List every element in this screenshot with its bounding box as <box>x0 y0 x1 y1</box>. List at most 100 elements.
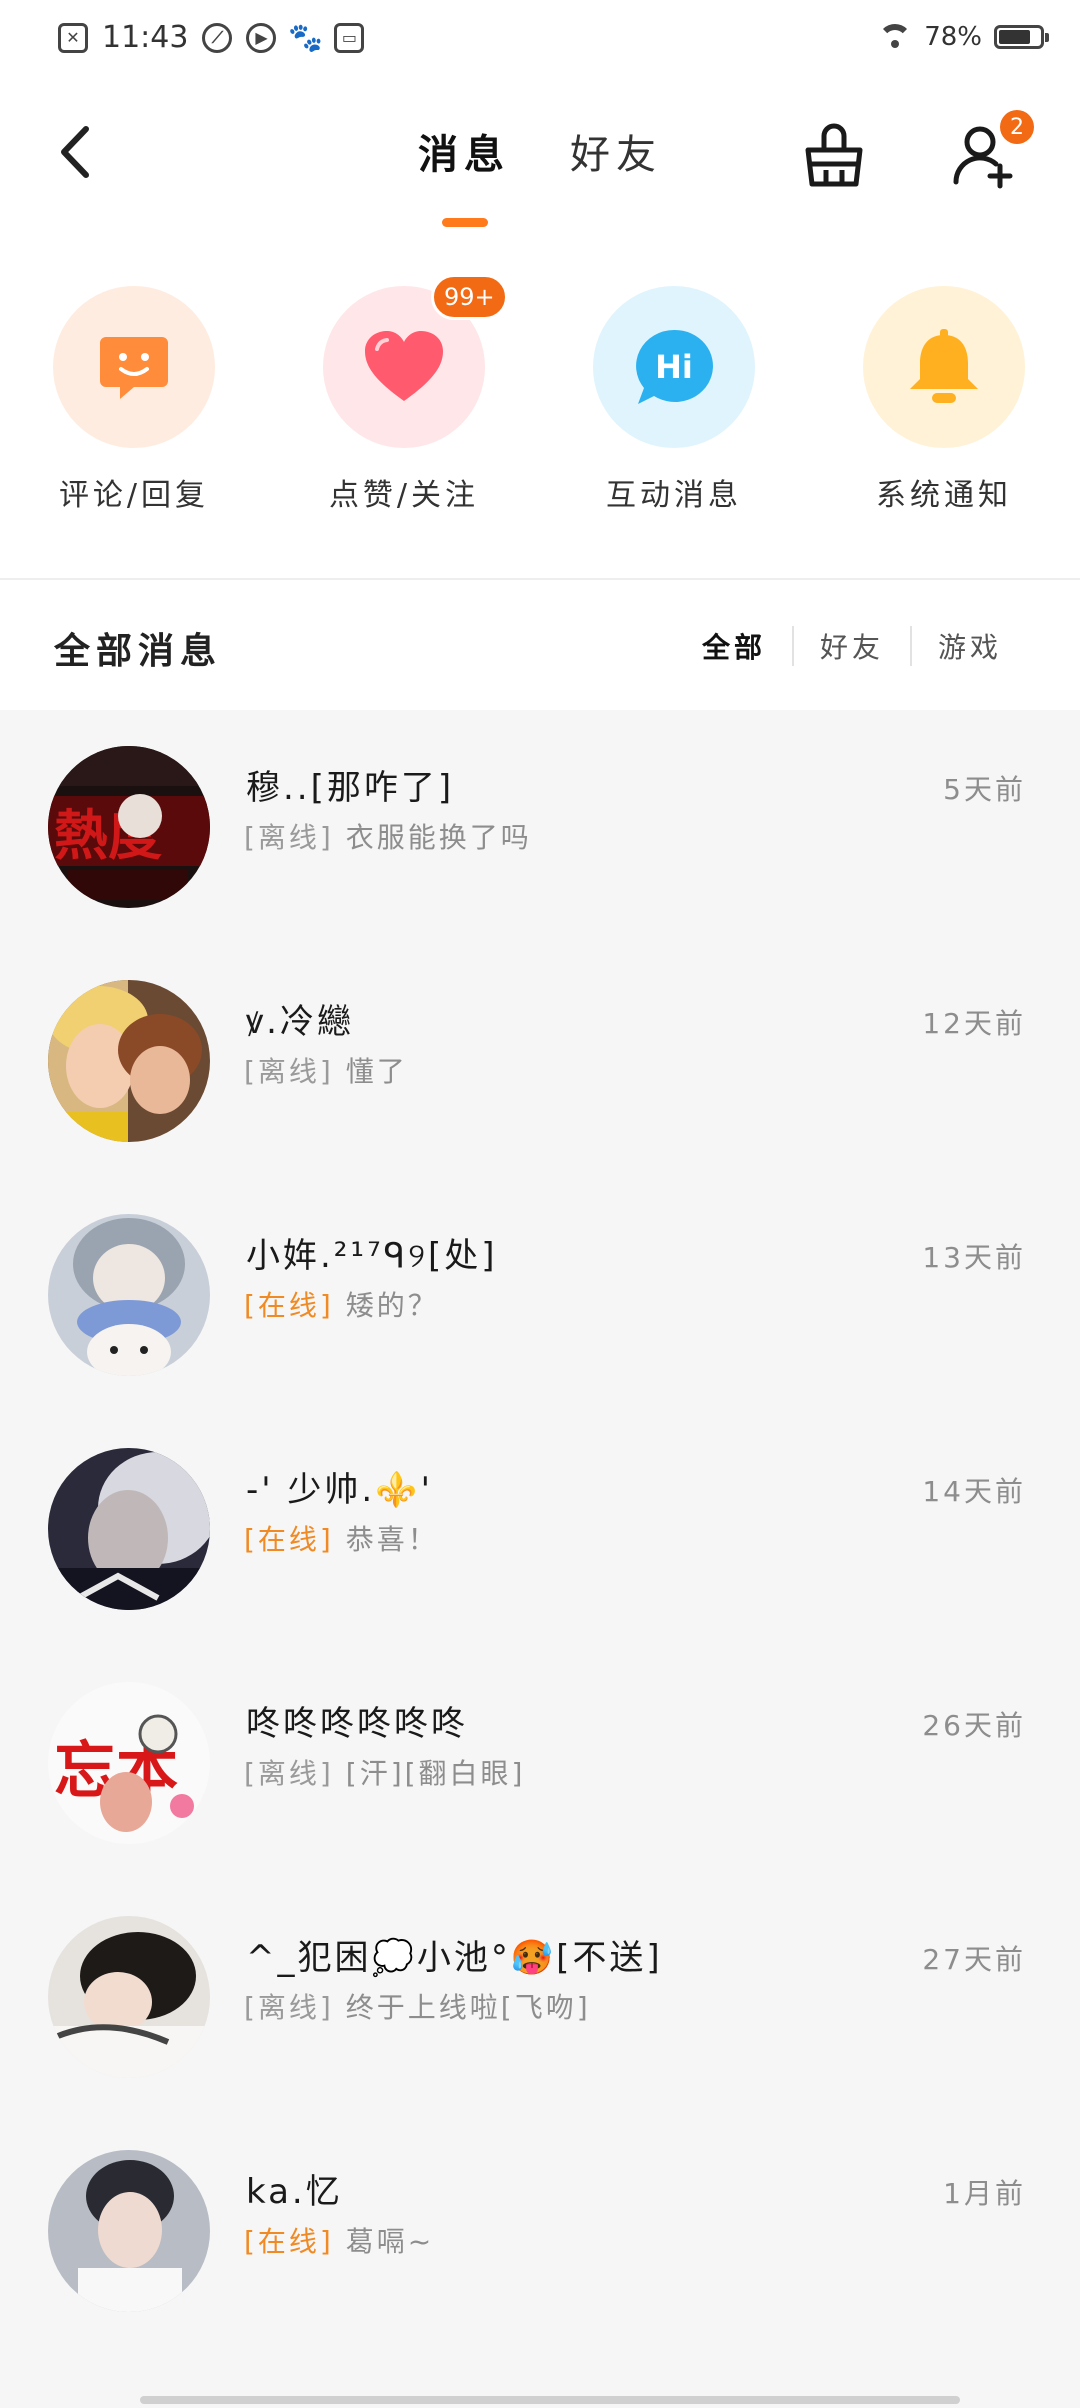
message-text: 矮的？ <box>345 1289 439 1322</box>
filter-games[interactable]: 游戏 <box>912 626 1028 666</box>
category-icon-circle <box>53 286 215 448</box>
category-likes-follows[interactable]: 99+ 点赞/关注 <box>304 274 508 514</box>
category-label: 互动消息 <box>606 478 742 513</box>
status-bar-right: 78% <box>878 22 1049 52</box>
message-time: 26天前 <box>922 1709 1026 1742</box>
message-item[interactable]: 忘本 咚咚咚咚咚咚 [离线] [汗][翻白眼] 26天前 <box>0 1646 1080 1880</box>
battery-percent: 78% <box>924 22 982 52</box>
filter-all[interactable]: 全部 <box>676 626 792 666</box>
message-item[interactable]: 熱度 穆..[那咋了] [离线] 衣服能换了吗 5天前 <box>0 710 1080 944</box>
friend-request-badge: 2 <box>1000 110 1034 144</box>
category-icon-circle: Hi <box>593 286 755 448</box>
category-icon-circle: 99+ <box>323 274 508 448</box>
avatar-image <box>48 1448 210 1610</box>
battery-fill <box>999 30 1030 44</box>
back-button[interactable] <box>50 122 100 182</box>
category-system-notice[interactable]: 系统通知 <box>844 286 1044 514</box>
notification-x-icon: ✕ <box>58 22 88 53</box>
card-icon: ▭ <box>334 22 365 53</box>
category-label: 点赞/关注 <box>328 478 480 513</box>
message-preview: [离线] [汗][翻白眼] <box>244 1752 525 1792</box>
online-status: [离线] <box>244 821 334 854</box>
message-time: 14天前 <box>922 1475 1026 1508</box>
avatar <box>48 1448 210 1610</box>
avatar-image: 忘本 <box>48 1682 210 1844</box>
message-text: [汗][翻白眼] <box>345 1757 526 1790</box>
avatar <box>48 1214 210 1376</box>
tab-indicator <box>442 218 488 227</box>
message-time: 13天前 <box>922 1241 1026 1274</box>
section-title: 全部消息 <box>54 631 223 672</box>
message-preview: [离线] 懂了 <box>244 1050 408 1090</box>
status-bar: ✕ 11:43 ⟋ ▶ 🐾 ▭ 78% <box>0 0 1080 84</box>
message-text: 懂了 <box>345 1055 408 1088</box>
avatar: 熱度 <box>48 746 210 908</box>
message-preview: [离线] 衣服能换了吗 <box>244 816 532 856</box>
bottom-scroll-indicator <box>140 2396 960 2404</box>
message-item[interactable]: 小姩.²¹⁷ᑫ୨[处] [在线] 矮的？ 13天前 <box>0 1178 1080 1412</box>
tab-messages[interactable]: 消息 <box>418 122 510 180</box>
message-item[interactable]: ka.忆 [在线] 葛嗝~ 1月前 <box>0 2114 1080 2348</box>
category-label: 评论/回复 <box>58 478 210 513</box>
hi-bubble-icon: Hi <box>636 329 713 404</box>
avatar-image: 熱度 <box>48 746 210 908</box>
message-preview: [在线] 矮的？ <box>244 1284 439 1324</box>
battery-icon <box>994 25 1049 49</box>
message-time: 1月前 <box>943 2177 1026 2210</box>
avatar <box>48 980 210 1142</box>
avatar-image <box>48 1916 210 2078</box>
avatar <box>48 1916 210 2078</box>
message-text: 终于上线啦[飞吻] <box>345 1991 591 2024</box>
avatar: 忘本 <box>48 1682 210 1844</box>
heart-icon <box>365 331 443 401</box>
online-status: [离线] <box>244 1991 334 2024</box>
online-status: [离线] <box>244 1055 334 1088</box>
bell-icon <box>910 329 978 403</box>
category-label: 系统通知 <box>876 478 1012 513</box>
message-text: 衣服能换了吗 <box>345 821 532 854</box>
category-interactions[interactable]: Hi 互动消息 <box>574 286 774 514</box>
message-time: 5天前 <box>943 773 1026 806</box>
header: 消息 好友 2 <box>0 100 1080 230</box>
contact-name: 咚咚咚咚咚咚 <box>246 1704 468 1744</box>
contact-name: ka.忆 <box>246 2172 343 2212</box>
filter-friends[interactable]: 好友 <box>794 626 910 666</box>
message-item[interactable]: ꝟ.冷纞 [离线] 懂了 12天前 <box>0 944 1080 1178</box>
message-text: 葛嗝~ <box>345 2225 435 2258</box>
contact-name: ^_犯困💭小池°🥵[不送] <box>246 1938 663 1978</box>
wifi-icon <box>878 24 913 50</box>
play-icon: ▶ <box>246 22 277 53</box>
category-icon-circle <box>863 286 1025 448</box>
avatar-image <box>48 1214 210 1376</box>
section-header: 全部消息 全部 好友 游戏 <box>0 580 1080 710</box>
message-time: 12天前 <box>922 1007 1026 1040</box>
app-leaf-icon: ⟋ <box>202 22 233 53</box>
message-preview: [在线] 葛嗝~ <box>244 2220 434 2260</box>
message-time: 27天前 <box>922 1943 1026 1976</box>
message-preview: [在线] 恭喜！ <box>244 1518 439 1558</box>
avatar-image <box>48 980 210 1142</box>
status-time: 11:43 <box>102 20 189 55</box>
online-status: [在线] <box>244 1523 334 1556</box>
contact-name: ꝟ.冷纞 <box>246 1002 354 1042</box>
message-filters: 全部 好友 游戏 <box>676 626 1028 666</box>
message-item[interactable]: -' 少帅.⚜️' [在线] 恭喜！ 14天前 <box>0 1412 1080 1646</box>
tab-friends[interactable]: 好友 <box>570 122 662 180</box>
smile-chat-icon <box>100 337 168 399</box>
category-comments-replies[interactable]: 评论/回复 <box>34 286 234 514</box>
message-list: 熱度 穆..[那咋了] [离线] 衣服能换了吗 5天前 ꝟ.冷纞 [离线] 懂了… <box>0 710 1080 2408</box>
clear-button[interactable] <box>800 120 868 190</box>
likes-badge: 99+ <box>431 274 508 320</box>
message-item[interactable]: ^_犯困💭小池°🥵[不送] [离线] 终于上线啦[飞吻] 27天前 <box>0 1880 1080 2114</box>
avatar-image <box>48 2150 210 2312</box>
svg-text:Hi: Hi <box>655 348 693 386</box>
avatar <box>48 2150 210 2312</box>
message-categories: 评论/回复 99+ 点赞/关注 Hi 互动消息 系统通知 <box>0 274 1080 536</box>
online-status: [在线] <box>244 1289 334 1322</box>
broom-basket-icon <box>805 123 863 187</box>
message-text: 恭喜！ <box>345 1523 439 1556</box>
back-arrow-icon <box>61 126 89 178</box>
contact-name: 小姩.²¹⁷ᑫ୨[处] <box>246 1236 498 1276</box>
top-tabs: 消息 好友 <box>418 122 662 180</box>
message-preview: [离线] 终于上线啦[飞吻] <box>244 1986 591 2026</box>
